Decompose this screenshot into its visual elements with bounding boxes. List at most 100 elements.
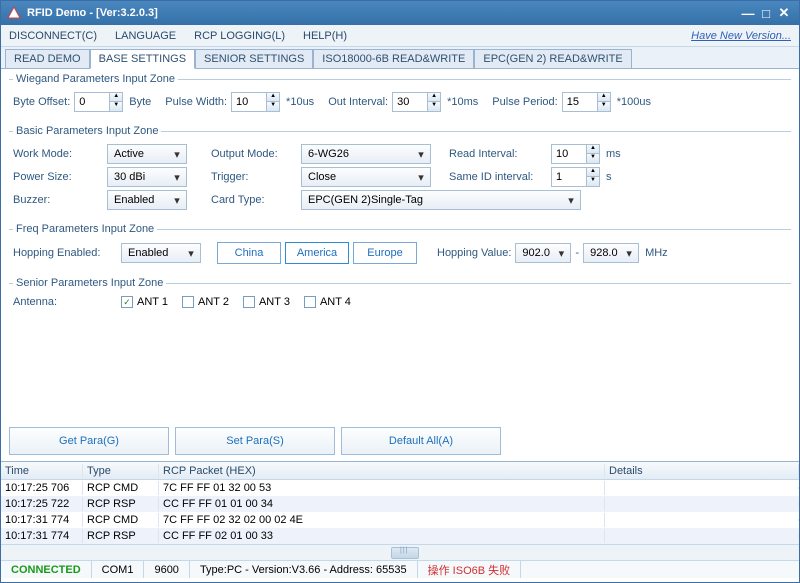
wiegand-legend: Wiegand Parameters Input Zone (13, 73, 178, 85)
get-para-button[interactable]: Get Para(G) (9, 427, 169, 455)
status-error: 操作 ISO6B 失败 (418, 561, 522, 578)
status-connected: CONNECTED (1, 561, 92, 578)
menu-disconnect[interactable]: DISCONNECT(C) (9, 30, 97, 42)
scroll-thumb[interactable] (391, 547, 419, 559)
maximize-button[interactable]: □ (757, 6, 775, 21)
wiegand-zone: Wiegand Parameters Input Zone Byte Offse… (9, 73, 791, 121)
outputmode-label: Output Mode: (211, 148, 297, 160)
col-time[interactable]: Time (1, 464, 83, 478)
byteoffset-label: Byte Offset: (13, 96, 70, 108)
freq-unit: MHz (645, 247, 668, 259)
col-details[interactable]: Details (605, 464, 799, 478)
menu-language[interactable]: LANGUAGE (115, 30, 176, 42)
readinterval-label: Read Interval: (449, 148, 547, 160)
tab-epc-gen2[interactable]: EPC(GEN 2) READ&WRITE (474, 49, 631, 68)
basic-zone: Basic Parameters Input Zone Work Mode: A… (9, 125, 791, 219)
status-baud: 9600 (144, 561, 189, 578)
set-para-button[interactable]: Set Para(S) (175, 427, 335, 455)
buzzer-label: Buzzer: (13, 194, 103, 206)
outinterval-input[interactable] (392, 92, 428, 112)
region-china-button[interactable]: China (217, 242, 281, 264)
close-button[interactable]: ✕ (775, 5, 793, 21)
table-row[interactable]: 10:17:31 774 RCP CMD 7C FF FF 02 32 02 0… (1, 512, 799, 528)
hopto-combo[interactable]: 928.0▾ (583, 243, 639, 263)
minimize-button[interactable]: — (739, 6, 757, 21)
pulseperiod-input[interactable] (562, 92, 598, 112)
sameid-spinner[interactable]: ▲▼ (551, 167, 600, 187)
pulsewidth-label: Pulse Width: (165, 96, 227, 108)
byteoffset-spinner[interactable]: ▲▼ (74, 92, 123, 112)
pulsewidth-unit: *10us (286, 96, 314, 108)
menu-help[interactable]: HELP(H) (303, 30, 347, 42)
titlebar: RFID Demo - [Ver:3.2.0.3] — □ ✕ (1, 1, 799, 25)
hscrollbar[interactable] (1, 544, 799, 560)
tab-bar: READ DEMO BASE SETTINGS SENIOR SETTINGS … (1, 47, 799, 69)
pulsewidth-input[interactable] (231, 92, 267, 112)
freq-legend: Freq Parameters Input Zone (13, 223, 157, 235)
region-america-button[interactable]: America (285, 242, 349, 264)
sameid-input[interactable] (551, 167, 587, 187)
spin-up-icon[interactable]: ▲ (110, 93, 122, 102)
log-header: Time Type RCP Packet (HEX) Details (1, 462, 799, 480)
hopvalue-label: Hopping Value: (437, 247, 511, 259)
outinterval-spinner[interactable]: ▲▼ (392, 92, 441, 112)
tab-iso18000[interactable]: ISO18000-6B READ&WRITE (313, 49, 474, 68)
readinterval-input[interactable] (551, 144, 587, 164)
powersize-combo[interactable]: 30 dBi▾ (107, 167, 187, 187)
senior-legend: Senior Parameters Input Zone (13, 277, 166, 289)
cardtype-combo[interactable]: EPC(GEN 2)Single-Tag▾ (301, 190, 581, 210)
status-bar: CONNECTED COM1 9600 Type:PC - Version:V3… (1, 560, 799, 578)
chevron-down-icon: ▾ (170, 148, 184, 161)
hopping-label: Hopping Enabled: (13, 247, 117, 259)
powersize-label: Power Size: (13, 171, 103, 183)
check-icon: ✓ (121, 296, 133, 308)
spin-down-icon[interactable]: ▼ (110, 102, 122, 111)
buzzer-combo[interactable]: Enabled▾ (107, 190, 187, 210)
ant4-checkbox[interactable]: ANT 4 (304, 296, 351, 308)
table-row[interactable]: 10:17:25 706 RCP CMD 7C FF FF 01 32 00 5… (1, 480, 799, 496)
table-row[interactable]: 10:17:25 722 RCP RSP CC FF FF 01 01 00 3… (1, 496, 799, 512)
freq-zone: Freq Parameters Input Zone Hopping Enabl… (9, 223, 791, 273)
menu-rcplogging[interactable]: RCP LOGGING(L) (194, 30, 285, 42)
outputmode-combo[interactable]: 6-WG26▾ (301, 144, 431, 164)
pulsewidth-spinner[interactable]: ▲▼ (231, 92, 280, 112)
ant1-checkbox[interactable]: ✓ANT 1 (121, 296, 168, 308)
new-version-link[interactable]: Have New Version... (691, 30, 791, 42)
ant3-checkbox[interactable]: ANT 3 (243, 296, 290, 308)
hopping-combo[interactable]: Enabled▾ (121, 243, 201, 263)
tab-base-settings[interactable]: BASE SETTINGS (90, 49, 195, 69)
window-title: RFID Demo - [Ver:3.2.0.3] (27, 7, 739, 19)
readinterval-unit: ms (606, 148, 621, 160)
default-all-button[interactable]: Default All(A) (341, 427, 501, 455)
outinterval-unit: *10ms (447, 96, 478, 108)
workmode-label: Work Mode: (13, 148, 103, 160)
trigger-combo[interactable]: Close▾ (301, 167, 431, 187)
outinterval-label: Out Interval: (328, 96, 388, 108)
region-europe-button[interactable]: Europe (353, 242, 417, 264)
content-pane: Wiegand Parameters Input Zone Byte Offse… (1, 73, 799, 461)
status-firmware: Type:PC - Version:V3.66 - Address: 65535 (190, 561, 418, 578)
workmode-combo[interactable]: Active▾ (107, 144, 187, 164)
byte-label: Byte (129, 96, 151, 108)
log-table: Time Type RCP Packet (HEX) Details 10:17… (1, 461, 799, 560)
pulseperiod-unit: *100us (617, 96, 651, 108)
sameid-unit: s (606, 171, 612, 183)
tab-read-demo[interactable]: READ DEMO (5, 49, 90, 68)
sameid-label: Same ID interval: (449, 171, 547, 183)
trigger-label: Trigger: (211, 171, 297, 183)
ant2-checkbox[interactable]: ANT 2 (182, 296, 229, 308)
status-com: COM1 (92, 561, 145, 578)
col-type[interactable]: Type (83, 464, 159, 478)
cardtype-label: Card Type: (211, 194, 297, 206)
pulseperiod-spinner[interactable]: ▲▼ (562, 92, 611, 112)
table-row[interactable]: 10:17:31 774 RCP RSP CC FF FF 02 01 00 3… (1, 528, 799, 544)
readinterval-spinner[interactable]: ▲▼ (551, 144, 600, 164)
byteoffset-input[interactable] (74, 92, 110, 112)
app-icon (7, 6, 21, 20)
hopfrom-combo[interactable]: 902.0▾ (515, 243, 571, 263)
col-hex[interactable]: RCP Packet (HEX) (159, 464, 605, 478)
menubar: DISCONNECT(C) LANGUAGE RCP LOGGING(L) HE… (1, 25, 799, 47)
tab-senior-settings[interactable]: SENIOR SETTINGS (195, 49, 313, 68)
basic-legend: Basic Parameters Input Zone (13, 125, 161, 137)
pulseperiod-label: Pulse Period: (492, 96, 557, 108)
